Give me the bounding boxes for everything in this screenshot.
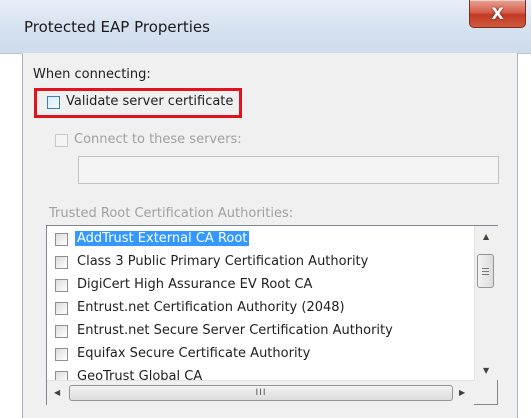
close-icon: X xyxy=(491,4,504,23)
scroll-up-icon[interactable]: ▲ xyxy=(483,232,489,241)
list-item[interactable]: Entrust.net Secure Server Certification … xyxy=(47,320,475,343)
list-item-label[interactable]: DigiCert High Assurance EV Root CA xyxy=(77,277,312,292)
list-item-checkbox[interactable] xyxy=(55,279,68,292)
list-item[interactable]: DigiCert High Assurance EV Root CA xyxy=(47,274,475,297)
grip-line xyxy=(482,274,489,275)
list-item-checkbox[interactable] xyxy=(55,256,68,269)
list-item[interactable]: Class 3 Public Primary Certification Aut… xyxy=(47,251,475,274)
list-item-checkbox[interactable] xyxy=(55,233,68,246)
list-item[interactable]: AddTrust External CA Root xyxy=(47,228,475,251)
connect-servers-checkbox[interactable] xyxy=(55,134,68,147)
list-item-label[interactable]: Class 3 Public Primary Certification Aut… xyxy=(77,254,368,269)
when-connecting-label: When connecting: xyxy=(33,67,151,82)
validate-certificate-checkbox[interactable] xyxy=(47,96,60,109)
list-item-checkbox[interactable] xyxy=(55,302,68,315)
list-item-label[interactable]: Entrust.net Certification Authority (204… xyxy=(77,300,345,315)
scrollbar-corner xyxy=(474,380,497,404)
list-item[interactable]: Equifax Secure Certificate Authority xyxy=(47,343,475,366)
servers-input[interactable] xyxy=(78,156,499,184)
vertical-scroll-thumb[interactable] xyxy=(477,254,494,288)
window-title: Protected EAP Properties xyxy=(24,18,210,36)
list-item-label[interactable]: AddTrust External CA Root xyxy=(75,231,250,246)
title-bar: Protected EAP Properties X xyxy=(0,0,531,54)
close-button[interactable]: X xyxy=(469,0,526,28)
list-item[interactable]: Entrust.net Certification Authority (204… xyxy=(47,297,475,320)
vertical-scrollbar[interactable]: ▲ ▼ xyxy=(474,226,498,380)
grip-line xyxy=(482,268,489,269)
validate-certificate-label[interactable]: Validate server certificate xyxy=(66,94,233,109)
list-item-label[interactable]: Entrust.net Secure Server Certification … xyxy=(77,323,393,338)
trusted-roots-label: Trusted Root Certification Authorities: xyxy=(49,206,294,221)
connect-servers-label[interactable]: Connect to these servers: xyxy=(74,132,242,147)
scroll-down-icon[interactable]: ▼ xyxy=(483,366,489,375)
list-item-label[interactable]: Equifax Secure Certificate Authority xyxy=(77,346,310,361)
list-item-checkbox[interactable] xyxy=(55,348,68,361)
horizontal-scroll-thumb[interactable]: III xyxy=(69,385,453,401)
trusted-roots-list[interactable]: AddTrust External CA Root Class 3 Public… xyxy=(46,225,498,405)
list-item-checkbox[interactable] xyxy=(55,325,68,338)
scroll-right-icon[interactable]: ▶ xyxy=(459,388,465,397)
grip-line xyxy=(482,271,489,272)
scroll-left-icon[interactable]: ◀ xyxy=(54,388,60,397)
horizontal-scrollbar[interactable]: ◀ III ▶ xyxy=(47,380,474,405)
